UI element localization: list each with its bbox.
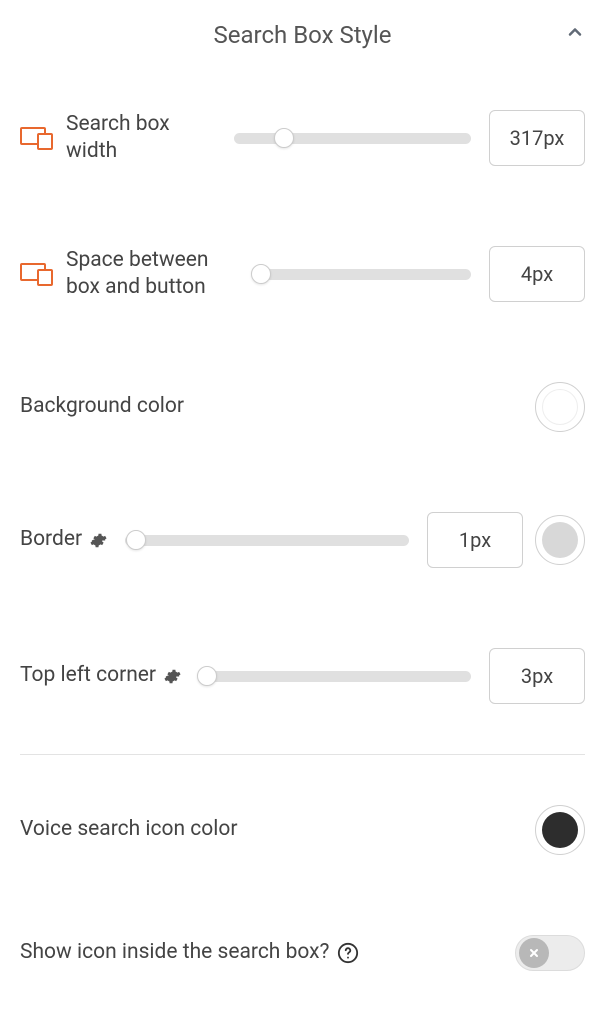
label-search-box-width: Search box width [66,111,216,166]
slider-space-between[interactable] [254,269,471,280]
slider-track [234,133,471,144]
row-top-left-corner: Top left corner 3px [20,608,585,744]
slider-thumb[interactable] [126,530,146,550]
swatch-background-color[interactable] [535,382,585,432]
label-top-left-corner: Top left corner [20,662,156,689]
row-space-between: Space between box and button 4px [20,206,585,342]
panel-title: Search Box Style [214,21,392,49]
value-space-between[interactable]: 4px [489,246,585,302]
swatch-inner [542,389,578,425]
row-voice-search-color: Voice search icon color [20,765,585,895]
swatch-voice-color[interactable] [535,805,585,855]
slider-track [125,535,409,546]
panel-header[interactable]: Search Box Style [20,0,585,70]
row-search-box-width: Search box width 317px [20,70,585,206]
devices-icon[interactable] [20,125,56,151]
chevron-up-icon[interactable] [565,22,585,46]
slider-thumb[interactable] [274,128,294,148]
slider-border[interactable] [125,535,409,546]
slider-search-box-width[interactable] [234,133,471,144]
swatch-border-color[interactable] [535,515,585,565]
label-voice-search-color: Voice search icon color [20,816,523,843]
swatch-inner [542,812,578,848]
toggle-knob [519,938,549,968]
help-icon[interactable] [337,942,359,964]
value-border[interactable]: 1px [427,512,523,568]
slider-track [254,269,471,280]
slider-top-left-corner[interactable] [199,671,471,682]
gear-icon[interactable] [90,532,107,549]
swatch-inner [542,522,578,558]
label-background-color: Background color [20,393,523,420]
label-show-icon: Show icon inside the search box? [20,939,329,966]
row-background-color: Background color [20,342,585,472]
toggle-show-icon[interactable] [515,935,585,971]
search-box-style-panel: Search Box Style Search box width 317px [0,0,605,1031]
devices-icon[interactable] [20,261,56,287]
label-space-between: Space between box and button [66,247,236,302]
slider-thumb[interactable] [197,666,217,686]
gear-icon[interactable] [164,668,181,685]
value-top-left-corner[interactable]: 3px [489,648,585,704]
row-border: Border 1px [20,472,585,608]
value-search-box-width[interactable]: 317px [489,110,585,166]
label-border: Border [20,526,82,553]
row-show-icon: Show icon inside the search box? [20,895,585,1011]
slider-track [199,671,471,682]
slider-thumb[interactable] [251,264,271,284]
divider [20,754,585,755]
